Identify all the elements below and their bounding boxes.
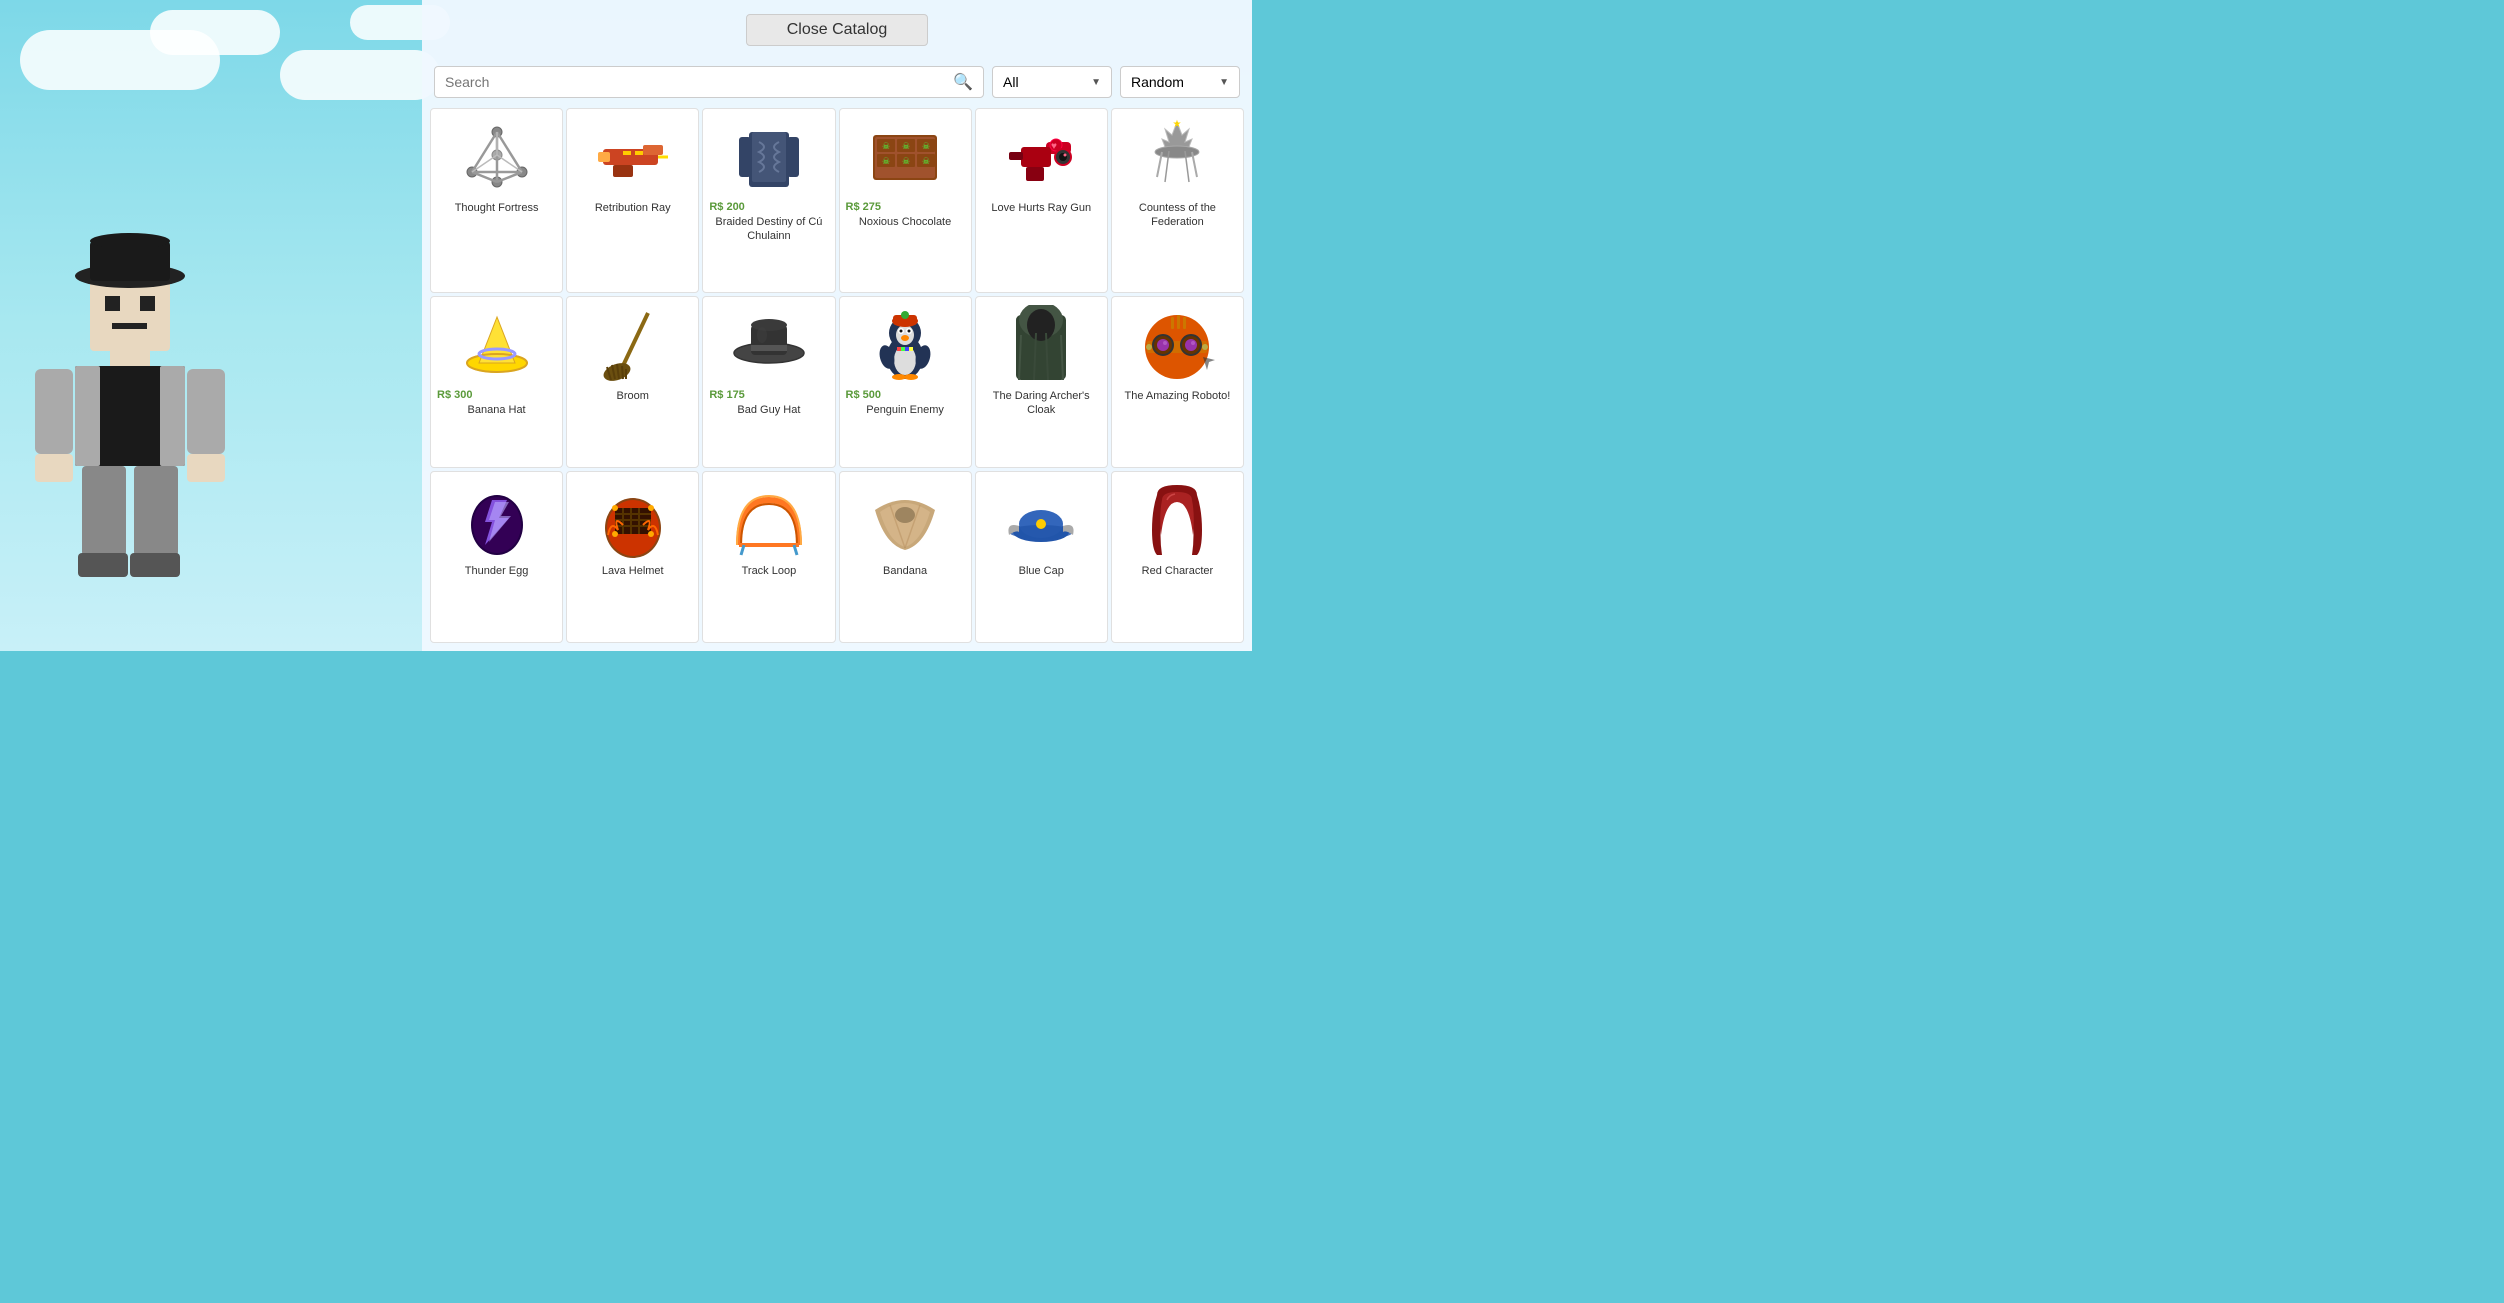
svg-text:☠: ☠	[882, 141, 890, 151]
catalog-item-11[interactable]: The Daring Archer's Cloak	[975, 296, 1108, 468]
item-name-7: Banana Hat	[468, 403, 526, 417]
item-name-4: Noxious Chocolate	[859, 215, 951, 229]
svg-text:☠: ☠	[922, 156, 930, 166]
svg-text:☠: ☠	[902, 141, 910, 151]
svg-text:★: ★	[1173, 119, 1182, 130]
item-name-12: The Amazing Roboto!	[1125, 389, 1231, 403]
catalog-item-16[interactable]: Bandana	[839, 471, 972, 643]
item-name-9: Bad Guy Hat	[737, 403, 800, 417]
item-name-5: Love Hurts Ray Gun	[991, 201, 1091, 215]
item-image-1	[457, 117, 537, 197]
filter-label: All	[1003, 74, 1019, 90]
item-name-13: Thunder Egg	[465, 564, 529, 578]
item-name-2: Retribution Ray	[595, 201, 671, 215]
catalog-item-17[interactable]: Blue Cap	[975, 471, 1108, 643]
search-icon: 🔍	[943, 72, 983, 92]
catalog-item-3[interactable]: R$ 200 Braided Destiny of Cú Chulainn	[702, 108, 835, 293]
item-name-18: Red Character	[1142, 564, 1214, 578]
catalog-item-7[interactable]: R$ 300 Banana Hat	[430, 296, 563, 468]
character-area	[0, 0, 420, 651]
item-image-17	[1001, 480, 1081, 560]
item-image-2	[593, 117, 673, 197]
item-image-14	[593, 480, 673, 560]
catalog-item-13[interactable]: Thunder Egg	[430, 471, 563, 643]
item-price-7: R$ 300	[437, 389, 472, 401]
catalog-grid: Thought Fortress Retribution Ray R$ 200 B…	[422, 104, 1252, 651]
item-name-14: Lava Helmet	[602, 564, 664, 578]
filter-arrow-icon: ▼	[1091, 77, 1101, 88]
sort-arrow-icon: ▼	[1219, 77, 1229, 88]
item-name-3: Braided Destiny of Cú Chulainn	[709, 215, 828, 244]
item-name-6: Countess of the Federation	[1118, 201, 1237, 230]
item-image-13	[457, 480, 537, 560]
item-image-15	[729, 480, 809, 560]
catalog-item-2[interactable]: Retribution Ray	[566, 108, 699, 293]
item-image-12	[1137, 305, 1217, 385]
search-input[interactable]	[435, 67, 943, 97]
item-name-11: The Daring Archer's Cloak	[982, 389, 1101, 418]
item-name-8: Broom	[617, 389, 649, 403]
search-row: 🔍 All ▼ Random ▼	[422, 60, 1252, 104]
sort-label: Random	[1131, 74, 1184, 90]
catalog-item-10[interactable]: R$ 500 Penguin Enemy	[839, 296, 972, 468]
item-price-4: R$ 275	[846, 201, 881, 213]
catalog-item-14[interactable]: Lava Helmet	[566, 471, 699, 643]
item-name-16: Bandana	[883, 564, 927, 578]
catalog-item-12[interactable]: The Amazing Roboto!	[1111, 296, 1244, 468]
item-name-1: Thought Fortress	[455, 201, 539, 215]
close-catalog-button[interactable]: Close Catalog	[746, 14, 929, 46]
item-image-18	[1137, 480, 1217, 560]
item-image-5: ♥	[1001, 117, 1081, 197]
item-image-16	[865, 480, 945, 560]
svg-text:♥: ♥	[1051, 141, 1057, 152]
catalog-item-15[interactable]: Track Loop	[702, 471, 835, 643]
sort-dropdown[interactable]: Random ▼	[1120, 66, 1240, 98]
item-price-10: R$ 500	[846, 389, 881, 401]
catalog-item-18[interactable]: Red Character	[1111, 471, 1244, 643]
catalog-item-6[interactable]: ★ Countess of the Federation	[1111, 108, 1244, 293]
item-name-15: Track Loop	[742, 564, 797, 578]
svg-text:☠: ☠	[882, 156, 890, 166]
catalog-item-8[interactable]: Broom	[566, 296, 699, 468]
catalog-header: Close Catalog	[422, 0, 1252, 60]
item-image-11	[1001, 305, 1081, 385]
item-image-10	[865, 305, 945, 385]
search-container: 🔍	[434, 66, 984, 98]
catalog-item-9[interactable]: R$ 175 Bad Guy Hat	[702, 296, 835, 468]
catalog-item-1[interactable]: Thought Fortress	[430, 108, 563, 293]
item-name-10: Penguin Enemy	[866, 403, 944, 417]
character	[30, 211, 230, 631]
catalog-item-4[interactable]: ☠ ☠ ☠ ☠ ☠ ☠ R$ 275 Noxious Chocolate	[839, 108, 972, 293]
item-name-17: Blue Cap	[1019, 564, 1064, 578]
item-image-7	[457, 305, 537, 385]
item-image-9	[729, 305, 809, 385]
catalog-item-5[interactable]: ♥ Love Hurts Ray Gun	[975, 108, 1108, 293]
svg-text:☠: ☠	[922, 141, 930, 151]
filter-dropdown[interactable]: All ▼	[992, 66, 1112, 98]
item-image-6: ★	[1137, 117, 1217, 197]
item-image-4: ☠ ☠ ☠ ☠ ☠ ☠	[865, 117, 945, 197]
svg-text:☠: ☠	[902, 156, 910, 166]
catalog-panel: Close Catalog 🔍 All ▼ Random ▼ Thought	[422, 0, 1252, 651]
item-price-9: R$ 175	[709, 389, 744, 401]
item-image-8	[593, 305, 673, 385]
item-price-3: R$ 200	[709, 201, 744, 213]
item-image-3	[729, 117, 809, 197]
